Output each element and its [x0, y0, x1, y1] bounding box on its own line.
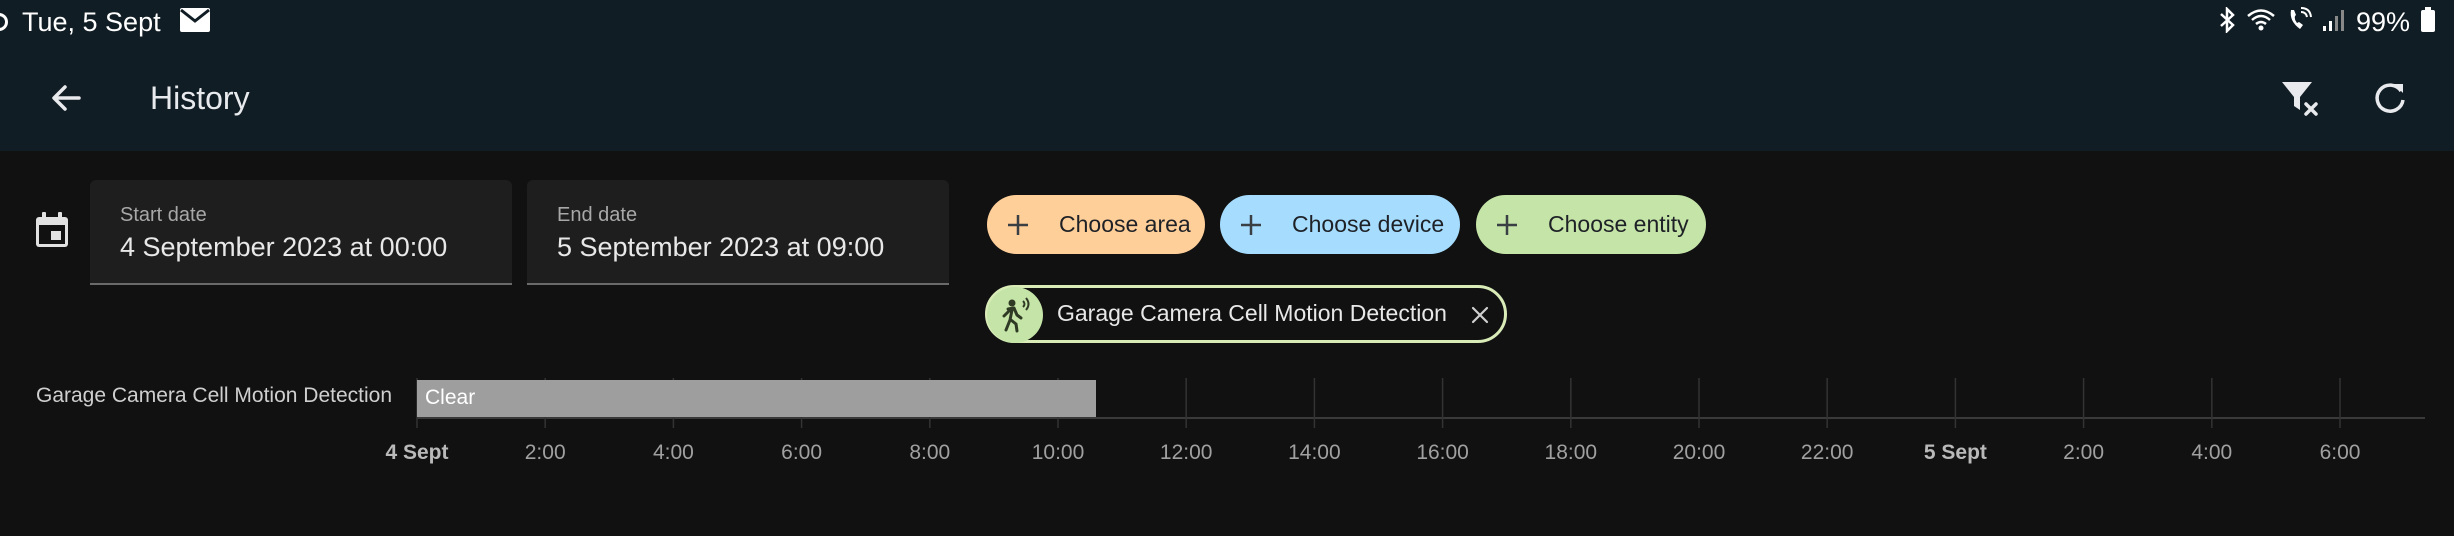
timeline-tick-label: 6:00	[781, 441, 822, 464]
end-date-label: End date	[557, 204, 638, 226]
timeline-tick-label: 2:00	[525, 441, 566, 464]
signal-icon	[2322, 8, 2346, 37]
state-bar-label: Clear	[425, 386, 476, 409]
filter-remove-icon	[2282, 82, 2318, 116]
notification-dot-icon	[0, 13, 8, 31]
plus-icon	[1008, 214, 1028, 235]
state-bar-clear[interactable]: Clear	[417, 380, 1097, 417]
timeline-tick-label: 22:00	[1801, 441, 1854, 464]
arrow-back-icon	[52, 85, 81, 111]
battery-percentage: 99%	[2355, 6, 2410, 37]
choose-entity-chip[interactable]: Choose entity	[1476, 195, 1706, 254]
choose-device-label: Choose device	[1292, 211, 1445, 237]
timeline-tick-label: 10:00	[1032, 441, 1085, 464]
timeline-tick-label: 4:00	[2191, 441, 2232, 464]
app-bar: History	[0, 44, 2454, 151]
timeline-tick-label: 4 Sept	[385, 441, 448, 464]
choose-entity-label: Choose entity	[1548, 211, 1689, 237]
status-bar: Tue, 5 Sept 99%	[0, 0, 2454, 44]
close-icon[interactable]	[1470, 305, 1490, 325]
timeline-tick-label: 16:00	[1416, 441, 1469, 464]
start-date-label: Start date	[120, 204, 207, 226]
choose-device-chip[interactable]: Choose device	[1220, 195, 1460, 254]
choose-area-label: Choose area	[1059, 211, 1191, 237]
wifi-calling-icon	[2286, 6, 2312, 38]
timeline-tick-label: 14:00	[1288, 441, 1341, 464]
refresh-icon	[2375, 83, 2405, 113]
timeline-tick-label: 5 Sept	[1924, 441, 1987, 464]
timeline-chart: 4 Sept 2:00 4:00 6:00 8:00 10:00 12:00 14:00 16:…	[385, 378, 2425, 464]
timeline-tick-label: 6:00	[2320, 441, 2361, 464]
plus-icon	[1497, 214, 1517, 235]
timeline-tick-label: 8:00	[909, 441, 950, 464]
selected-entity-chip[interactable]: Garage Camera Cell Motion Detection	[985, 285, 1507, 343]
motion-sensor-icon	[987, 287, 1043, 343]
battery-icon	[2420, 6, 2436, 38]
clear-filters-button[interactable]	[2276, 74, 2324, 122]
timeline-tick-label: 20:00	[1673, 441, 1726, 464]
calendar-icon	[32, 210, 72, 250]
mail-icon	[179, 7, 211, 38]
timeline-tick-label: 2:00	[2063, 441, 2104, 464]
timeline-tick-label: 4:00	[653, 441, 694, 464]
wifi-icon	[2246, 8, 2276, 37]
page-title: History	[150, 80, 250, 116]
end-date-value: 5 September 2023 at 09:00	[557, 232, 885, 262]
status-date: Tue, 5 Sept	[22, 6, 161, 37]
refresh-button[interactable]	[2366, 74, 2414, 122]
back-button[interactable]	[44, 76, 88, 120]
timeline-tick-label: 12:00	[1160, 441, 1213, 464]
start-date-field[interactable]: Start date 4 September 2023 at 00:00	[90, 180, 512, 285]
selected-entity-label: Garage Camera Cell Motion Detection	[1057, 300, 1447, 326]
choose-area-chip[interactable]: Choose area	[987, 195, 1205, 254]
timeline-tick-label: 18:00	[1545, 441, 1598, 464]
bluetooth-icon	[2218, 5, 2236, 38]
plus-icon	[1241, 214, 1261, 235]
start-date-value: 4 September 2023 at 00:00	[120, 232, 448, 262]
end-date-field[interactable]: End date 5 September 2023 at 09:00	[527, 180, 949, 285]
